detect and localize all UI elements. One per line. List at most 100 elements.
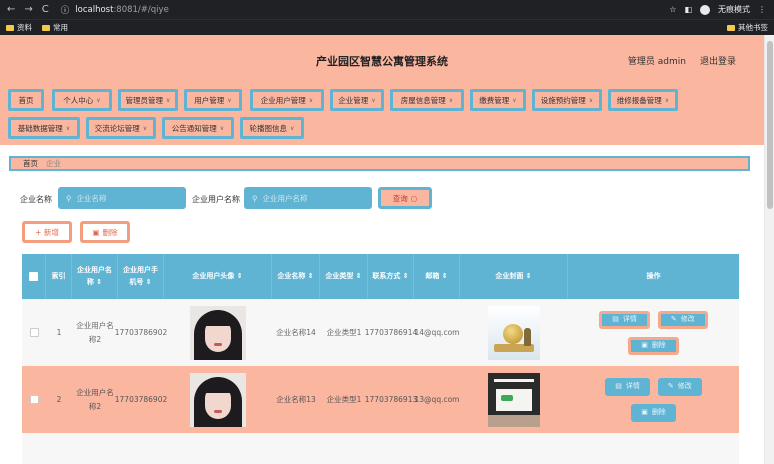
company-name-input[interactable]: [76, 193, 177, 203]
col-cover[interactable]: 企业封面 ⇕: [460, 254, 568, 299]
chevron-down-icon: ∨: [65, 124, 71, 132]
row-user-phone: 17703786902: [114, 327, 168, 337]
url-host: localhost: [75, 4, 114, 15]
incognito-icon[interactable]: [700, 4, 710, 15]
row-email: 13@qq.com: [414, 394, 460, 404]
row-checkbox[interactable]: [29, 328, 39, 337]
menu-item-users[interactable]: 用户管理 ∨: [184, 89, 242, 111]
row-user-name: 企业用户名称2: [76, 321, 114, 344]
bookmark-folder[interactable]: 常用: [42, 22, 68, 33]
detail-button[interactable]: ▤ 详情: [599, 310, 650, 329]
breadcrumb-home[interactable]: 首页: [23, 158, 38, 169]
star-icon[interactable]: ☆: [669, 5, 676, 14]
chevron-down-icon: ∨: [290, 124, 295, 132]
menu-item-payment[interactable]: 缴费管理 ∨: [470, 89, 526, 111]
edit-button[interactable]: ✎ 修改: [657, 310, 708, 329]
menu-item-forum[interactable]: 交流论坛管理 ∨: [86, 117, 156, 139]
table-row: 1 企业用户名称2 17703786902 企业名称14 企业类型1 17703…: [22, 299, 739, 366]
sidepanel-icon[interactable]: ◧: [684, 5, 692, 14]
select-all-checkbox-cell[interactable]: [22, 254, 46, 299]
breadcrumb: 首页 企业: [9, 156, 750, 171]
col-user-phone[interactable]: 企业用户手机号 ⇕: [118, 254, 164, 299]
company-user-name-label: 企业用户名称: [192, 195, 240, 204]
info-icon[interactable]: ⓘ: [61, 4, 70, 16]
trash-icon: ▣: [641, 408, 648, 417]
row-cover-cell: [460, 366, 568, 433]
edit-button[interactable]: ✎ 修改: [657, 377, 702, 396]
other-bookmarks[interactable]: 其他书签: [727, 22, 768, 33]
menu-item-admin[interactable]: 管理员管理 ∨: [118, 89, 178, 111]
row-checkbox-cell[interactable]: [22, 299, 46, 366]
select-all-checkbox[interactable]: [29, 272, 38, 281]
forward-icon[interactable]: →: [24, 4, 32, 15]
menu-item-repair[interactable]: 维修报备管理 ∨: [608, 89, 678, 111]
delete-button[interactable]: ▣ 删除: [628, 336, 679, 355]
delete-button[interactable]: ▣ 删除: [631, 403, 676, 422]
trash-icon: ▣: [92, 227, 100, 237]
menu-item-facility-booking[interactable]: 设施预约管理 ∨: [532, 89, 602, 111]
site-header: 产业园区智慧公寓管理系统 管理员 admin 退出登录: [0, 35, 764, 83]
query-button[interactable]: 查询 ○: [378, 187, 432, 209]
menu-icon[interactable]: ⋮: [758, 5, 766, 14]
row-company-type: 企业类型1: [326, 394, 362, 404]
col-user-name[interactable]: 企业用户名称 ⇕: [72, 254, 118, 299]
menu-item-notices[interactable]: 公告通知管理 ∨: [162, 117, 234, 139]
cover-image[interactable]: [488, 305, 540, 360]
company-name-label: 企业名称: [20, 195, 52, 204]
menu-item-home[interactable]: 首页: [8, 89, 44, 111]
menu-item-companies[interactable]: 企业管理 ∨: [330, 89, 384, 111]
menu-item-carousel[interactable]: 轮播图信息 ∨: [240, 117, 304, 139]
col-contact[interactable]: 联系方式 ⇕: [368, 254, 414, 299]
search-icon: ⚲: [252, 193, 258, 203]
row-company-name: 企业名称14: [276, 327, 316, 337]
menu-item-company-users[interactable]: 企业用户管理 ∨: [250, 89, 324, 111]
row-email: 14@qq.com: [414, 327, 460, 337]
menu-item-housing[interactable]: 房屋信息管理 ∨: [390, 89, 464, 111]
logout-link[interactable]: 退出登录: [700, 54, 736, 67]
search-icon: ⚲: [66, 193, 72, 203]
scrollbar-thumb[interactable]: [767, 41, 773, 209]
col-company-name[interactable]: 企业名称 ⇕: [272, 254, 320, 299]
detail-button[interactable]: ▤ 详情: [605, 377, 650, 396]
folder-icon: [727, 24, 735, 31]
reload-icon[interactable]: C: [42, 4, 49, 15]
row-user-phone: 17703786902: [114, 394, 168, 404]
admin-label: 管理员 admin: [627, 57, 686, 67]
chevron-down-icon: ∨: [512, 96, 517, 104]
bookmarks-bar: 资料 常用 其他书签: [0, 19, 774, 35]
chevron-down-icon: ∨: [227, 96, 232, 104]
table-row: [22, 433, 739, 464]
bookmark-folder[interactable]: 资料: [6, 22, 32, 33]
col-email[interactable]: 邮箱 ⇕: [414, 254, 460, 299]
cover-image[interactable]: [488, 372, 540, 427]
row-checkbox[interactable]: [29, 395, 39, 404]
chevron-down-icon: ∨: [308, 96, 314, 104]
company-user-name-input[interactable]: [262, 193, 363, 203]
browser-toolbar: ← → C ⓘ localhost:8081/#/qiye ☆ ◧ 无痕模式 ⋮: [0, 0, 774, 19]
company-name-field[interactable]: ⚲: [58, 187, 186, 209]
menu-item-base-data[interactable]: 基础数据管理 ∨: [8, 117, 80, 139]
company-user-name-field[interactable]: ⚲: [244, 187, 372, 209]
row-operations: ▤ 详情 ✎ 修改 ▣ 删除: [568, 366, 739, 433]
col-company-type[interactable]: 企业类型 ⇕: [320, 254, 368, 299]
menu-item-personal-center[interactable]: 个人中心 ∨: [52, 89, 112, 111]
back-icon[interactable]: ←: [7, 4, 15, 15]
page: 产业园区智慧公寓管理系统 管理员 admin 退出登录 首页 个人中心 ∨ 管理员…: [0, 35, 764, 464]
row-operations: ▤ 详情 ✎ 修改 ▣ 删除: [568, 299, 739, 366]
address-bar[interactable]: ⓘ localhost:8081/#/qiye: [61, 4, 169, 16]
page-scrollbar[interactable]: [764, 35, 774, 464]
avatar[interactable]: [190, 305, 246, 360]
chevron-down-icon: ∨: [219, 124, 225, 132]
breadcrumb-current: 企业: [46, 159, 61, 168]
chevron-down-icon: ∨: [96, 96, 101, 104]
admin-area: 管理员 admin 退出登录: [628, 54, 736, 67]
row-contact: 17703786913: [364, 394, 418, 404]
col-user-avatar[interactable]: 企业用户头像 ⇕: [164, 254, 272, 299]
row-checkbox-cell[interactable]: [22, 366, 46, 433]
pencil-icon: ✎: [667, 382, 674, 391]
folder-icon: [6, 24, 14, 31]
add-button[interactable]: + 新增: [22, 221, 72, 243]
avatar[interactable]: [190, 372, 246, 427]
col-operations: 操作: [646, 271, 661, 280]
batch-delete-button[interactable]: ▣ 删除: [80, 221, 130, 243]
